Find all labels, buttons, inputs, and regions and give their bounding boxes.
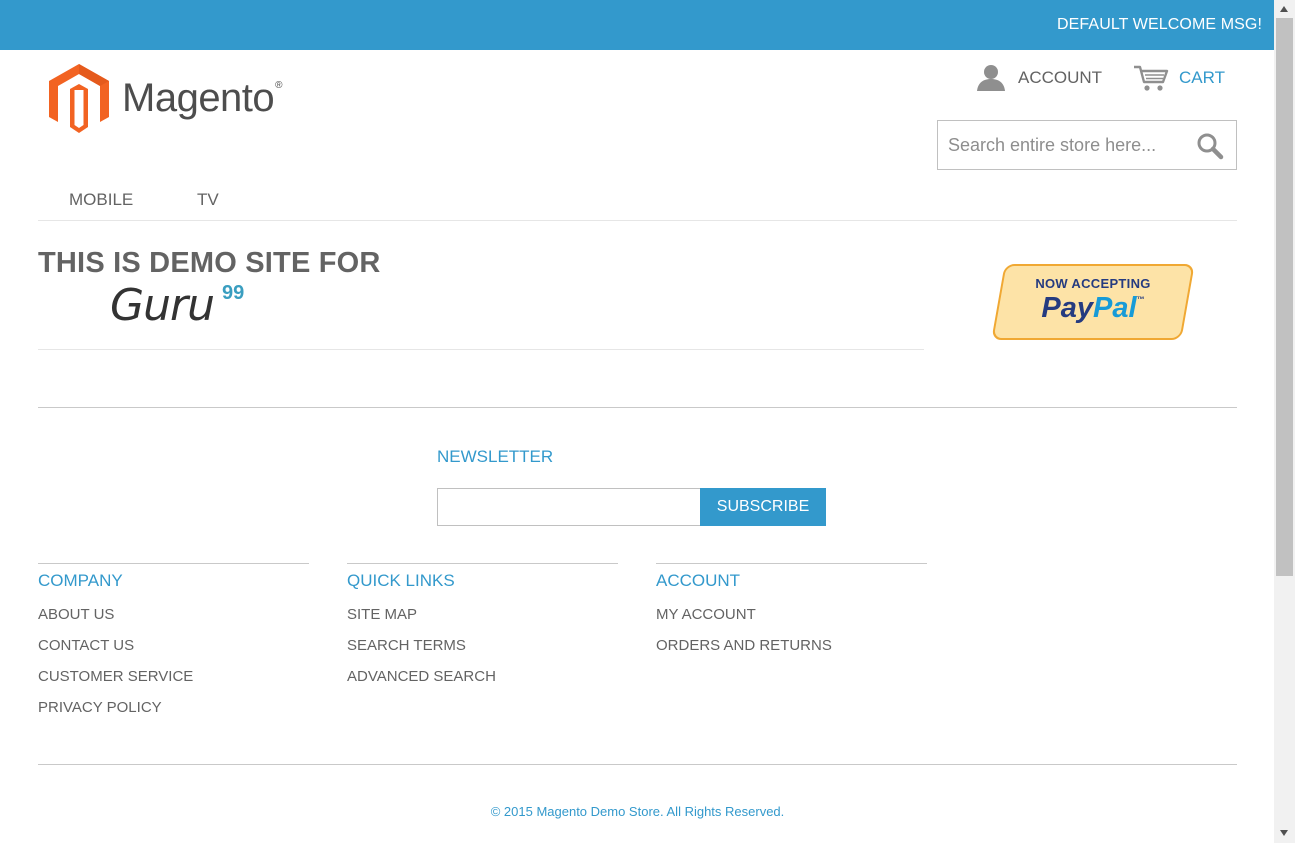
copyright-text: © 2015 Magento Demo Store. All Rights Re… — [490, 804, 785, 819]
footer-link-orders-and-returns[interactable]: ORDERS AND RETURNS — [656, 637, 832, 654]
footer-column-company: COMPANY ABOUT US CONTACT US CUSTOMER SER… — [38, 563, 309, 730]
promo-divider — [38, 349, 924, 350]
scrollbar-thumb[interactable] — [1276, 18, 1293, 576]
paypal-badge: NOW ACCEPTING PayPal™ — [991, 264, 1195, 340]
store-logo[interactable]: Magento® — [48, 63, 283, 135]
account-link[interactable]: ACCOUNT — [976, 64, 1102, 92]
magento-logo-icon — [49, 64, 109, 133]
footer-link-search-terms[interactable]: SEARCH TERMS — [347, 637, 466, 654]
footer-divider — [38, 764, 1237, 765]
newsletter-title: NEWSLETTER — [437, 447, 554, 466]
footer-column-quick-links: QUICK LINKS SITE MAP SEARCH TERMS ADVANC… — [347, 563, 618, 699]
scroll-up-arrow-icon[interactable] — [1280, 6, 1288, 12]
logo-wordmark: Magento® — [122, 75, 283, 120]
guru-superscript: 99 — [222, 282, 245, 304]
nav-item-mobile[interactable]: MOBILE — [69, 190, 133, 210]
paypal-logo-text: PayPal™ — [1041, 292, 1145, 324]
promo-title: THIS IS DEMO SITE FOR — [38, 247, 381, 279]
search-button[interactable] — [1196, 132, 1224, 160]
user-icon — [977, 65, 1005, 91]
footer-link-privacy-policy[interactable]: PRIVACY POLICY — [38, 699, 162, 716]
guru-wordmark: Guru — [110, 280, 215, 331]
footer-column-title: ACCOUNT — [656, 571, 741, 590]
welcome-message: DEFAULT WELCOME MSG! — [1057, 16, 1262, 33]
paypal-accepting-text: NOW ACCEPTING — [1035, 276, 1151, 291]
search-box — [937, 120, 1237, 170]
footer-link-site-map[interactable]: SITE MAP — [347, 606, 417, 623]
footer-link-my-account[interactable]: MY ACCOUNT — [656, 606, 756, 623]
account-label: ACCOUNT — [1018, 68, 1103, 87]
cart-icon — [1134, 65, 1169, 91]
search-icon — [1197, 133, 1224, 160]
cart-link[interactable]: CART — [1133, 64, 1225, 92]
cart-label: CART — [1179, 68, 1225, 87]
footer-link-advanced-search[interactable]: ADVANCED SEARCH — [347, 668, 496, 685]
guru99-logo: Guru 99 — [110, 280, 244, 331]
welcome-bar: DEFAULT WELCOME MSG! — [0, 0, 1274, 50]
footer-column-title: COMPANY — [38, 571, 123, 590]
search-input[interactable] — [938, 121, 1178, 169]
subscribe-button[interactable]: SUBSCRIBE — [700, 488, 826, 526]
footer-column-title: QUICK LINKS — [347, 571, 455, 590]
footer-column-account: ACCOUNT MY ACCOUNT ORDERS AND RETURNS — [656, 563, 927, 668]
nav-item-tv[interactable]: TV — [197, 190, 219, 210]
footer-link-contact-us[interactable]: CONTACT US — [38, 637, 134, 654]
page-scrollbar[interactable] — [1274, 0, 1295, 843]
newsletter-email-input[interactable] — [437, 488, 701, 526]
content-divider — [38, 407, 1237, 408]
scroll-down-arrow-icon[interactable] — [1280, 830, 1288, 836]
footer-link-about-us[interactable]: ABOUT US — [38, 606, 114, 623]
main-nav: MOBILE TV — [38, 188, 1237, 221]
footer-link-customer-service[interactable]: CUSTOMER SERVICE — [38, 668, 193, 685]
